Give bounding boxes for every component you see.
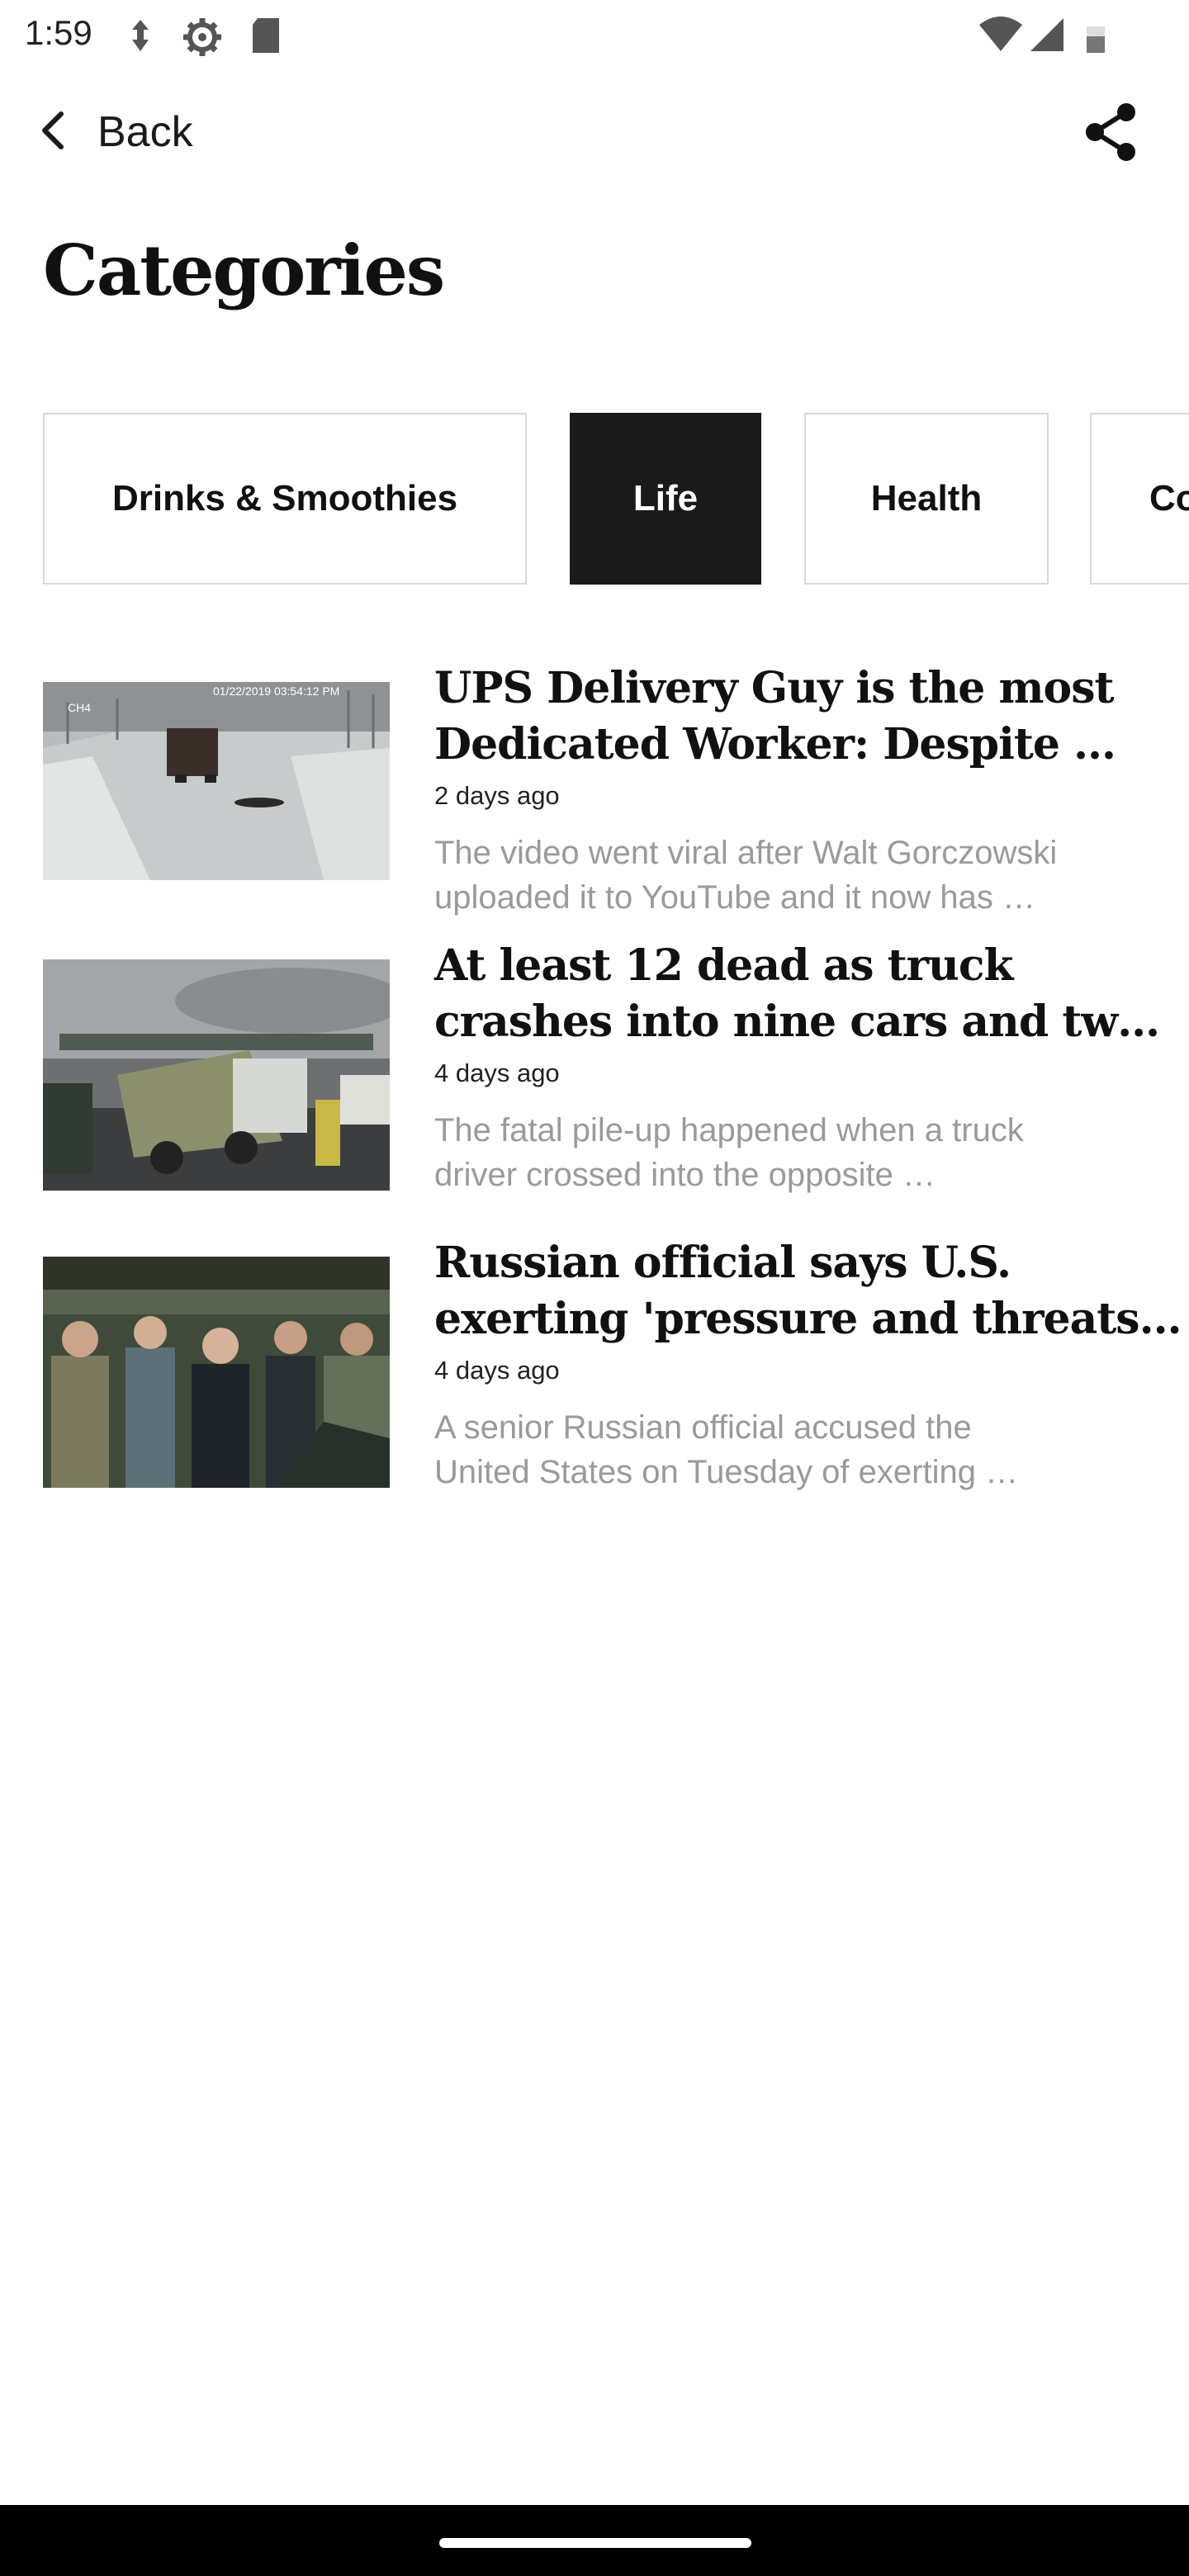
status-time: 1:59	[25, 13, 92, 52]
article-description: A senior Russian official accused the Un…	[434, 1409, 1019, 1490]
battery-icon	[1083, 15, 1108, 60]
article-item-russian-official[interactable]: Russian official says U.S. exerting 'pre…	[43, 1238, 1182, 1504]
home-indicator[interactable]	[439, 2538, 751, 2548]
share-button[interactable]	[1078, 99, 1144, 165]
system-navigation-bar	[0, 2505, 1189, 2576]
article-item-ups[interactable]: 01/22/2019 03:54:12 PM CH4 UPS Delivery …	[43, 663, 1149, 930]
share-icon	[1078, 103, 1144, 168]
category-chip-drinks-smoothies[interactable]: Drinks & Smoothies	[43, 413, 527, 585]
category-chip-label: Co	[1149, 478, 1189, 519]
article-description: The video went viral after Walt Gorczows…	[434, 835, 1058, 916]
article-thumbnail: 01/22/2019 03:54:12 PM CH4	[43, 682, 390, 913]
article-description: The fatal pile-up happened when a truck …	[434, 1112, 1024, 1193]
settings-gear-icon	[180, 15, 225, 64]
article-title: UPS Delivery Guy is the most Dedicated W…	[434, 663, 1116, 769]
article-thumbnail	[43, 1257, 390, 1488]
status-bar: 1:59	[0, 0, 1189, 73]
article-time: 4 days ago	[434, 1356, 560, 1385]
article-time: 2 days ago	[434, 781, 560, 810]
vpn-key-icon	[124, 15, 157, 60]
category-chip-label: Life	[632, 478, 699, 519]
category-chip-label: Health	[870, 478, 983, 519]
category-chip-label: Drinks & Smoothies	[111, 478, 458, 519]
back-button[interactable]: Back	[33, 97, 193, 167]
category-chip-life[interactable]: Life	[570, 413, 761, 585]
article-title: Russian official says U.S. exerting 'pre…	[434, 1238, 1182, 1344]
page-title: Categories	[43, 230, 445, 311]
svg-text:CH4: CH4	[68, 701, 91, 714]
article-time: 4 days ago	[434, 1058, 560, 1087]
wifi-icon	[978, 15, 1024, 60]
sd-card-icon	[248, 15, 284, 60]
chevron-left-icon	[33, 107, 73, 158]
article-item-truck-crash[interactable]: At least 12 dead as truck crashes into n…	[43, 940, 1160, 1207]
category-chip-health[interactable]: Health	[804, 413, 1049, 585]
article-thumbnail	[43, 959, 390, 1191]
back-label: Back	[97, 108, 193, 156]
category-chip-co[interactable]: Co	[1090, 413, 1189, 585]
article-title: At least 12 dead as truck crashes into n…	[434, 940, 1160, 1047]
signal-icon	[1029, 15, 1067, 60]
svg-text:01/22/2019 03:54:12 PM: 01/22/2019 03:54:12 PM	[213, 684, 339, 698]
